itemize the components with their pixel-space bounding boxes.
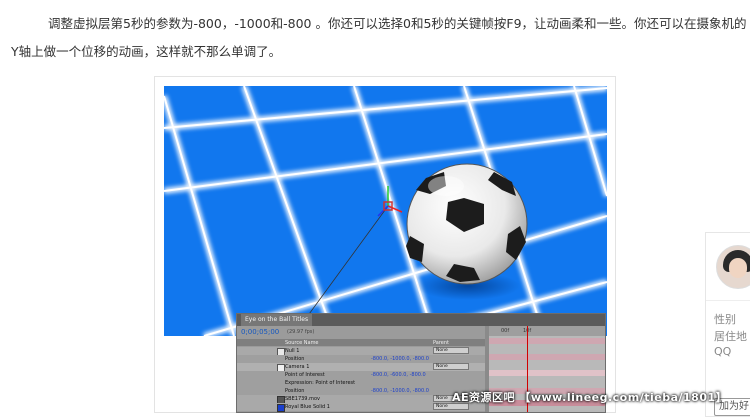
parent-dropdown[interactable]: None [433, 363, 469, 370]
timeline-tab[interactable]: Eye on the Ball Titles [241, 314, 313, 326]
article-line-1: 调整虚拟层第5秒的参数为-800，-1000和-800 。你还可以选择0和5秒的… [48, 16, 747, 31]
layer-name: SBE1739.mov [285, 396, 320, 402]
avatar[interactable] [716, 245, 750, 289]
layer-name: Camera 1 [285, 364, 310, 370]
property-name: Position [285, 388, 305, 394]
layer-duration-bar[interactable] [489, 370, 605, 376]
article-line-2: Y轴上做一个位移的动画，这样就不那么单调了。 [11, 44, 282, 59]
avatar-face [729, 258, 747, 278]
property-value[interactable]: -800.0, -1000.0, -800.0 [371, 356, 429, 362]
property-name: Expression: Point of Interest [285, 380, 356, 386]
layer-property-row[interactable]: Position -800.0, -1000.0, -800.0 [237, 387, 485, 395]
layer-property-row[interactable]: Position -800.0, -1000.0, -800.0 [237, 355, 485, 363]
location-label: 居住地 [714, 330, 747, 343]
layer-row[interactable]: Camera 1 None [237, 363, 485, 372]
gender-label: 性别 [714, 313, 736, 326]
layer-row[interactable]: Null 1 None [237, 347, 485, 356]
layer-list: 0;00;05;00 (29.97 fps) Source Name Paren… [237, 326, 485, 412]
layer-color-swatch [277, 404, 285, 412]
layer-duration-bar[interactable] [489, 354, 605, 360]
timeline-header: Eye on the Ball Titles [237, 314, 605, 326]
parent-dropdown[interactable]: None [433, 347, 469, 354]
layer-duration-bar[interactable] [489, 338, 605, 344]
soccer-ball-image [406, 163, 528, 285]
tutorial-scene-image [164, 86, 607, 336]
property-name: Point of Interest [285, 372, 325, 378]
fps-label: (29.97 fps) [287, 329, 315, 335]
timecode-display[interactable]: 0;00;05;00 [241, 328, 279, 336]
layer-row[interactable]: SBE1739.mov None [237, 395, 485, 404]
property-value[interactable]: -800.0, -600.0, -800.0 [371, 372, 426, 378]
qq-label: QQ [714, 345, 732, 358]
layer-name: Royal Blue Solid 1 [285, 404, 330, 410]
property-name: Position [285, 356, 305, 362]
ruler-label: 00f [501, 328, 510, 334]
parent-header: Parent [433, 340, 450, 346]
grid-floor-graphic [164, 86, 607, 336]
layer-row[interactable]: Royal Blue Solid 1 None [237, 403, 485, 412]
source-name-header: Source Name [285, 340, 319, 346]
layer-property-row[interactable]: Expression: Point of Interest [237, 379, 485, 387]
card-divider [706, 300, 750, 301]
layer-column-headers: Source Name Parent [237, 339, 485, 346]
time-ruler[interactable]: 00f 10f [489, 326, 605, 336]
layer-property-row[interactable]: Point of Interest -800.0, -600.0, -800.0 [237, 371, 485, 379]
watermark: AE资源区吧 【www.lineeg.com/tieba/1801】 [452, 391, 728, 404]
layer-name: Null 1 [285, 348, 300, 354]
property-value[interactable]: -800.0, -1000.0, -800.0 [371, 388, 429, 394]
